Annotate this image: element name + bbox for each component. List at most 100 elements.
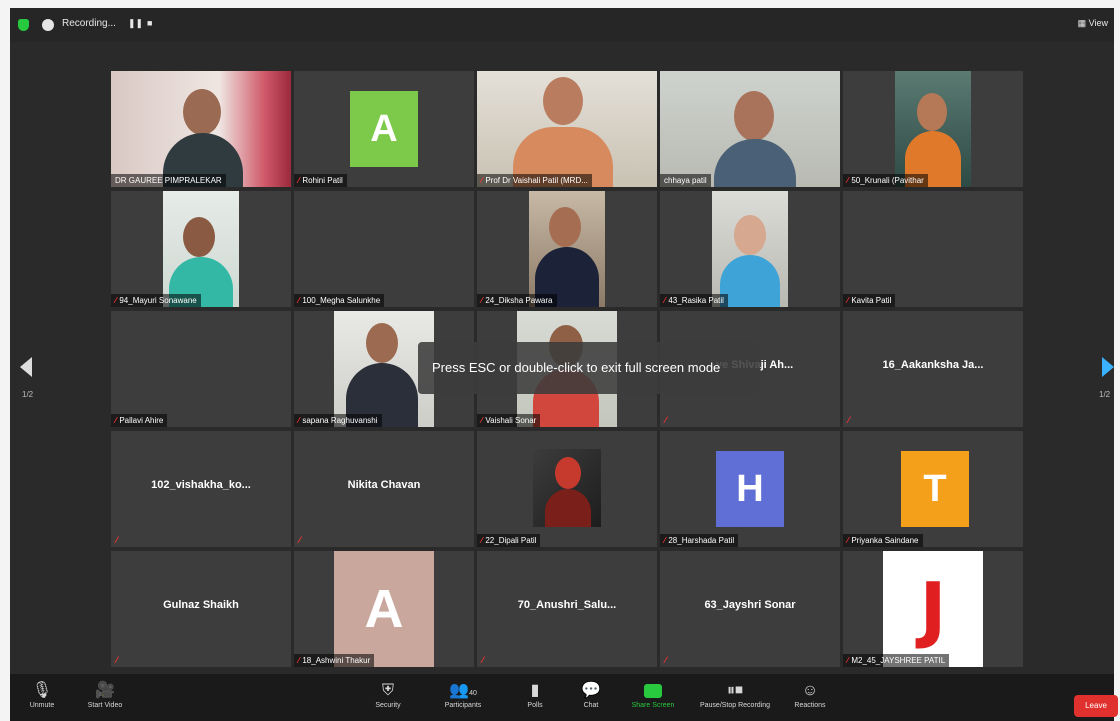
participant-tile[interactable]: ⁄ 94_Mayuri Sonawane: [111, 191, 291, 307]
participant-name-display: 70_Anushri_Salu...: [517, 599, 617, 611]
participant-name-label: ⁄ Kavita Patil: [843, 294, 896, 307]
participant-tile[interactable]: J ⁄ M2_45_JAYSHREE PATIL: [843, 551, 1023, 667]
participant-video: [477, 71, 657, 187]
unmute-button[interactable]: 🎙 Unmute: [22, 680, 62, 709]
muted-mic-icon: ⁄: [664, 536, 666, 545]
participant-name-label: ⁄ 50_Krunali (Pavithar: [843, 174, 928, 187]
participant-tile[interactable]: Nikita Chavan ⁄: [294, 431, 474, 547]
participant-avatar: A: [334, 551, 434, 667]
participant-tile[interactable]: T ⁄ Priyanka Saindane: [843, 431, 1023, 547]
participant-name-label: ⁄ 43_Rasika Patil: [660, 294, 728, 307]
muted-mic-icon: ⁄: [116, 655, 118, 665]
share-screen-button[interactable]: Share Screen: [628, 680, 678, 709]
muted-mic-icon: ⁄: [481, 416, 483, 425]
page-indicator-left: 1/2: [22, 390, 34, 399]
shield-icon: ⛨: [381, 682, 394, 699]
participant-tile-active-speaker[interactable]: chhaya patil: [660, 71, 840, 187]
muted-mic-icon: ⁄: [482, 655, 484, 665]
participant-name-display: Nikita Chavan: [347, 479, 421, 491]
participant-video: [895, 71, 971, 187]
participant-video: [712, 191, 788, 307]
participant-name-label: ⁄ M2_45_JAYSHREE PATIL: [843, 654, 950, 667]
participant-name-display: 63_Jayshri Sonar: [704, 599, 796, 611]
meeting-top-bar: Recording... ❚❚ ■ ▦ View: [10, 8, 1114, 42]
stop-recording-button[interactable]: ■: [147, 18, 152, 28]
participant-name-label: ⁄ 18_Ashwini Thakur: [294, 654, 375, 667]
muted-mic-icon: ⁄: [115, 416, 117, 425]
participant-video: [533, 449, 601, 527]
screen-border-top: [0, 0, 1120, 8]
muted-mic-icon: ⁄: [848, 415, 850, 425]
participant-tile[interactable]: 63_Jayshri Sonar ⁄: [660, 551, 840, 667]
participant-tile[interactable]: ⁄ Prof Dr Vaishali Patil (MRD...: [477, 71, 657, 187]
participants-button[interactable]: 👥40 Participants: [438, 680, 488, 709]
muted-mic-icon: ⁄: [847, 656, 849, 665]
participant-tile[interactable]: ⁄ Pallavi Ahire: [111, 311, 291, 427]
participant-name-label: ⁄ sapana Raghuvanshi: [294, 414, 382, 427]
participant-tile[interactable]: H ⁄ 28_Harshada Patil: [660, 431, 840, 547]
participant-name-label: ⁄ 22_Dipali Patil: [477, 534, 541, 547]
participant-tile[interactable]: ⁄ 100_Megha Salunkhe: [294, 191, 474, 307]
participant-tile[interactable]: 16_Aakanksha Ja... ⁄: [843, 311, 1023, 427]
muted-mic-icon: ⁄: [116, 535, 118, 545]
muted-mic-icon: ⁄: [665, 655, 667, 665]
muted-mic-icon: ⁄: [298, 176, 300, 185]
participant-tile[interactable]: ⁄ 24_Diksha Pawara: [477, 191, 657, 307]
participant-tile[interactable]: ⁄ 43_Rasika Patil: [660, 191, 840, 307]
muted-microphone-icon: 🎙: [31, 682, 53, 699]
participant-name-label: ⁄ Rohini Patil: [294, 174, 347, 187]
muted-mic-icon: ⁄: [298, 656, 300, 665]
participant-video: [111, 71, 291, 187]
participant-name-label: ⁄ 28_Harshada Patil: [660, 534, 739, 547]
muted-mic-icon: ⁄: [847, 176, 849, 185]
participant-video: [529, 191, 605, 307]
muted-mic-icon: ⁄: [481, 296, 483, 305]
muted-mic-icon: ⁄: [115, 296, 117, 305]
participant-tile[interactable]: 70_Anushri_Salu... ⁄: [477, 551, 657, 667]
participant-name-label: ⁄ 24_Diksha Pawara: [477, 294, 557, 307]
participant-name-label: ⁄ Pallavi Ahire: [111, 414, 168, 427]
pause-recording-button[interactable]: ❚❚: [128, 18, 143, 29]
muted-mic-icon: ⁄: [299, 535, 301, 545]
muted-mic-icon: ⁄: [481, 536, 483, 545]
participant-tile[interactable]: ⁄ Kavita Patil: [843, 191, 1023, 307]
start-video-button[interactable]: 🎥 Start Video: [82, 680, 128, 709]
next-page-arrow-icon[interactable]: [1102, 357, 1114, 377]
pause-stop-recording-button[interactable]: ⏸⏹ Pause/Stop Recording: [690, 680, 780, 709]
participant-tile[interactable]: A ⁄ Rohini Patil: [294, 71, 474, 187]
participant-name-label: DR GAUREE PIMPRALEKAR: [111, 174, 226, 187]
participant-name-display: 102_vishakha_ko...: [151, 479, 251, 491]
participant-video: [163, 191, 239, 307]
participant-name-label: chhaya patil: [660, 174, 711, 187]
participant-avatar: J: [883, 551, 983, 667]
security-button[interactable]: ⛨ Security: [368, 680, 408, 709]
participant-tile[interactable]: DR GAUREE PIMPRALEKAR: [111, 71, 291, 187]
chat-bubble-icon: 💬: [581, 682, 601, 699]
polls-button[interactable]: ▮ Polls: [520, 680, 550, 709]
meeting-controls-toolbar: 🎙 Unmute 🎥 Start Video ⛨ Security 👥40 Pa…: [10, 674, 1118, 721]
participant-tile[interactable]: A ⁄ 18_Ashwini Thakur: [294, 551, 474, 667]
muted-mic-icon: ⁄: [298, 296, 300, 305]
previous-page-arrow-icon[interactable]: [20, 357, 32, 377]
chat-button[interactable]: 💬 Chat: [576, 680, 606, 709]
reactions-button[interactable]: ☺ Reactions: [790, 680, 830, 709]
participant-name-display: 16_Aakanksha Ja...: [882, 359, 984, 371]
participant-tile[interactable]: ⁄ 22_Dipali Patil: [477, 431, 657, 547]
share-screen-icon: [644, 684, 662, 698]
participant-name-label: ⁄ 100_Megha Salunkhe: [294, 294, 385, 307]
polls-bar-chart-icon: ▮: [530, 682, 540, 699]
muted-mic-icon: ⁄: [847, 536, 849, 545]
participant-tile[interactable]: Gulnaz Shaikh ⁄: [111, 551, 291, 667]
video-off-icon: 🎥: [95, 682, 115, 699]
muted-mic-icon: ⁄: [665, 415, 667, 425]
participant-tile[interactable]: 102_vishakha_ko... ⁄: [111, 431, 291, 547]
view-button[interactable]: ▦ View: [1078, 18, 1108, 29]
participant-name-label: ⁄ Vaishali Sonar: [477, 414, 541, 427]
screen-border-right: [1114, 0, 1120, 721]
muted-mic-icon: ⁄: [298, 416, 300, 425]
security-shield-icon[interactable]: [18, 19, 29, 31]
participant-name-label: ⁄ Prof Dr Vaishali Patil (MRD...: [477, 174, 592, 187]
leave-button[interactable]: Leave: [1074, 695, 1118, 717]
participant-tile[interactable]: ⁄ 50_Krunali (Pavithar: [843, 71, 1023, 187]
smiley-icon: ☺: [801, 682, 819, 699]
